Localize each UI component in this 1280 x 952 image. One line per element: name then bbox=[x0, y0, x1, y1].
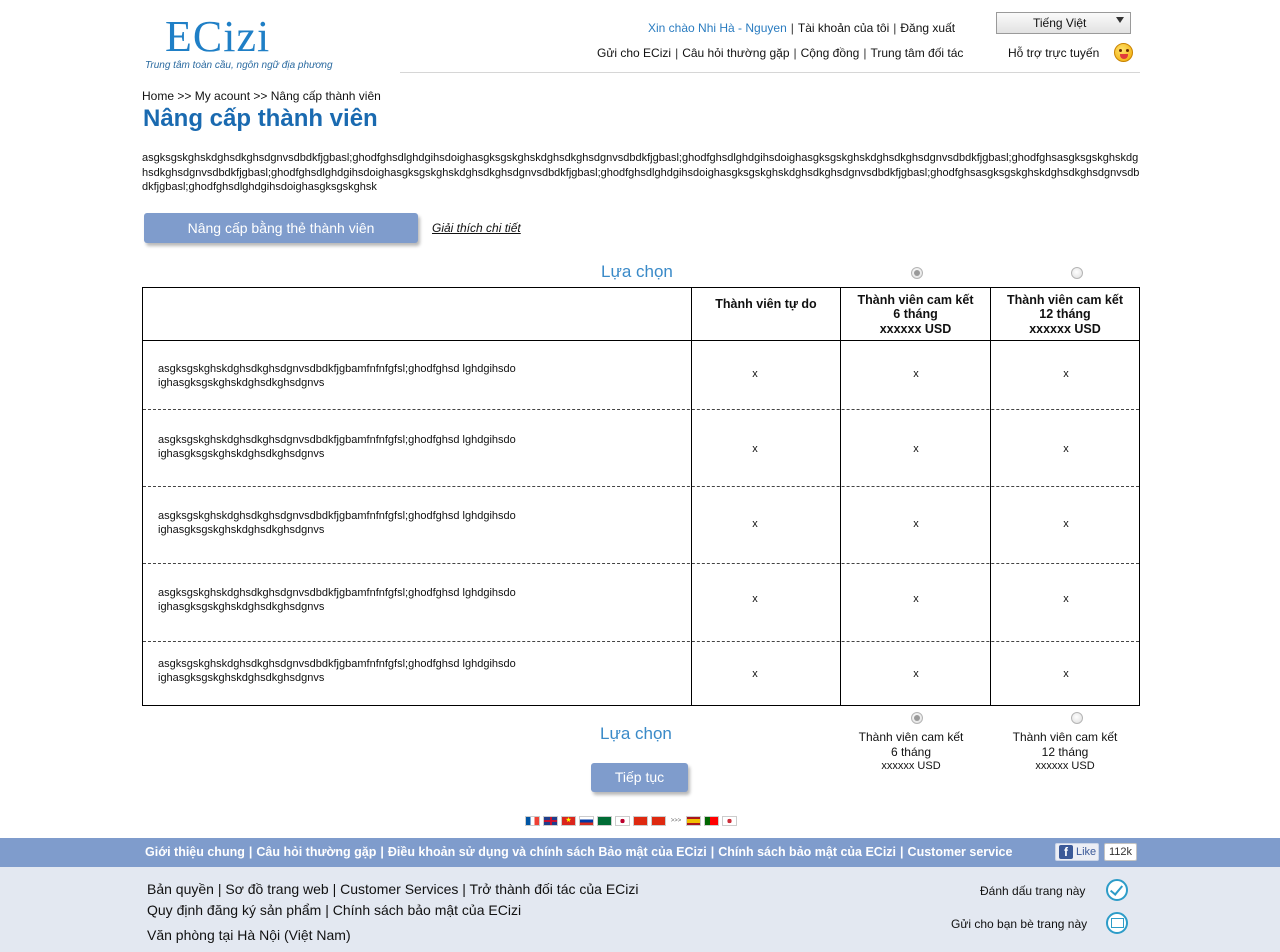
cell-free: x bbox=[752, 668, 758, 680]
footer-terms-link[interactable]: Điều khoản sử dụng và chính sách Bảo mật… bbox=[388, 845, 707, 859]
portugal-flag-icon[interactable] bbox=[704, 815, 719, 826]
flags-more[interactable]: >>> bbox=[669, 818, 683, 824]
footer-line-2[interactable]: Quy định đăng ký sản phẩm | Chính sách b… bbox=[147, 902, 521, 918]
spain-flag-icon[interactable] bbox=[686, 815, 701, 826]
radio-6-months-top[interactable] bbox=[911, 267, 923, 279]
saudi-flag-icon[interactable] bbox=[597, 815, 612, 826]
plan-6-months-summary: Thành viên cam kết 6 tháng xxxxxx USD bbox=[836, 730, 986, 774]
table-row-label: asgksgskghskdghsdkghsdgnvsdbdkfjgbamfnfn… bbox=[158, 587, 516, 613]
cell-free: x bbox=[752, 368, 758, 380]
cell-6-months: x bbox=[913, 593, 919, 605]
table-row-label: asgksgskghskdghsdkghsdgnvsdbdkfjgbamfnfn… bbox=[158, 658, 516, 684]
cell-free: x bbox=[752, 593, 758, 605]
header-free-member: Thành viên tự do bbox=[715, 297, 817, 311]
smiley-icon[interactable] bbox=[1114, 43, 1133, 62]
plan-price: xxxxxx USD bbox=[1035, 760, 1095, 772]
radio-12-months-top[interactable] bbox=[1071, 267, 1083, 279]
plan-title: Thành viên cam kết bbox=[1012, 730, 1118, 744]
cell-6-months: x bbox=[913, 368, 919, 380]
choice-label-top: Lựa chọn bbox=[601, 262, 673, 281]
cell-free: x bbox=[752, 518, 758, 530]
language-flags: ★ >>> bbox=[525, 815, 737, 826]
mail-icon[interactable] bbox=[1106, 912, 1128, 934]
logo-text: ECizi bbox=[165, 12, 271, 61]
cell-6-months: x bbox=[913, 518, 919, 530]
cell-6-months: x bbox=[913, 443, 919, 455]
radio-12-months-bottom[interactable] bbox=[1071, 712, 1083, 724]
logo[interactable]: ECizi Trung tâm toàn cầu, ngôn ngữ địa p… bbox=[143, 12, 403, 74]
cell-12-months: x bbox=[1063, 443, 1069, 455]
header-6-months: Thành viên cam kết 6 tháng xxxxxx USD bbox=[857, 292, 974, 336]
china-flag-icon[interactable] bbox=[633, 815, 648, 826]
greeting-link[interactable]: Xin chào Nhi Hà - Nguyen bbox=[648, 21, 787, 35]
facebook-like-button[interactable]: Like bbox=[1055, 843, 1099, 861]
cell-free: x bbox=[752, 443, 758, 455]
cell-12-months: x bbox=[1063, 593, 1069, 605]
cell-12-months: x bbox=[1063, 668, 1069, 680]
cell-6-months: x bbox=[913, 668, 919, 680]
nav-send-ecizi[interactable]: Gửi cho ECizi bbox=[597, 46, 671, 60]
cell-12-months: x bbox=[1063, 368, 1069, 380]
footer-privacy-link[interactable]: Chính sách bảo mật của ECizi bbox=[718, 845, 896, 859]
footer-bottom: Bản quyền | Sơ đồ trang web | Customer S… bbox=[0, 867, 1280, 952]
plan-duration: 6 tháng bbox=[890, 744, 932, 759]
send-to-friend-link[interactable]: Gửi cho bạn bè trang này bbox=[951, 917, 1087, 931]
online-support-link[interactable]: Hỗ trợ trực tuyến bbox=[1008, 46, 1099, 60]
france-flag-icon[interactable] bbox=[525, 815, 540, 826]
table-row-label: asgksgskghskdghsdkghsdgnvsdbdkfjgbamfnfn… bbox=[158, 510, 516, 536]
footer-line-1[interactable]: Bản quyền | Sơ đồ trang web | Customer S… bbox=[147, 881, 639, 897]
chevron-down-icon bbox=[1116, 17, 1124, 23]
table-row-label: asgksgskghskdghsdkghsdgnvsdbdkfjgbamfnfn… bbox=[158, 434, 516, 460]
footer-customer-service-link[interactable]: Customer service bbox=[908, 845, 1013, 859]
radio-6-months-bottom[interactable] bbox=[911, 712, 923, 724]
page-description: asgksgskghskdghsdkghsdgnvsdbdkfjgbasl;gh… bbox=[142, 152, 1140, 193]
japan-flag-icon[interactable] bbox=[615, 815, 630, 826]
facebook-like-count: 112k bbox=[1104, 843, 1138, 861]
header-12-months: Thành viên cam kết 12 tháng xxxxxx USD bbox=[1006, 292, 1123, 336]
detail-explanation-link[interactable]: Giải thích chi tiết bbox=[432, 221, 521, 235]
breadcrumb[interactable]: Home >> My acount >> Nâng cấp thành viên bbox=[142, 89, 381, 103]
choice-label-bottom: Lựa chọn bbox=[600, 724, 672, 743]
plan-comparison-table: Thành viên tự do Thành viên cam kết 6 th… bbox=[142, 287, 1140, 706]
header-nav: Gửi cho ECizi | Câu hỏi thường gặp | Cộng đồ… bbox=[597, 46, 964, 60]
cell-12-months: x bbox=[1063, 518, 1069, 530]
korea-flag-icon[interactable] bbox=[722, 815, 737, 826]
my-account-link[interactable]: Tài khoản của tôi bbox=[798, 21, 889, 35]
continue-button[interactable]: Tiếp tục bbox=[591, 763, 688, 792]
header-divider bbox=[400, 72, 1140, 73]
language-select[interactable]: Tiếng Việt bbox=[996, 12, 1131, 34]
nav-faq[interactable]: Câu hỏi thường gặp bbox=[682, 46, 789, 60]
footer-links: Giới thiệu chung | Câu hỏi thường gặp | Điều… bbox=[145, 845, 1013, 859]
page-title: Nâng cấp thành viên bbox=[143, 105, 378, 132]
plan-duration: 12 tháng bbox=[1041, 744, 1089, 759]
nav-community[interactable]: Cộng đồng bbox=[801, 46, 860, 60]
language-value: Tiếng Việt bbox=[1033, 16, 1087, 30]
footer-nav-bar: Giới thiệu chung | Câu hỏi thường gặp | Điều… bbox=[0, 838, 1280, 867]
footer-about-link[interactable]: Giới thiệu chung bbox=[145, 845, 245, 859]
china-flag-icon[interactable] bbox=[651, 815, 666, 826]
logo-tagline: Trung tâm toàn cầu, ngôn ngữ địa phương bbox=[145, 60, 333, 71]
bookmark-page-link[interactable]: Đánh dấu trang này bbox=[980, 884, 1085, 898]
russia-flag-icon[interactable] bbox=[579, 815, 594, 826]
upgrade-by-card-button[interactable]: Nâng cấp bằng thẻ thành viên bbox=[144, 213, 418, 243]
uk-flag-icon[interactable] bbox=[543, 815, 558, 826]
plan-title: Thành viên cam kết bbox=[858, 730, 964, 744]
footer-office: Văn phòng tại Hà Nội (Việt Nam) bbox=[147, 927, 351, 943]
table-row-label: asgksgskghskdghsdkghsdgnvsdbdkfjgbamfnfn… bbox=[158, 363, 516, 389]
check-icon[interactable] bbox=[1106, 879, 1128, 901]
logout-link[interactable]: Đăng xuất bbox=[900, 21, 955, 35]
plan-price: xxxxxx USD bbox=[881, 760, 941, 772]
vietnam-flag-icon[interactable]: ★ bbox=[561, 815, 576, 826]
plan-12-months-summary: Thành viên cam kết 12 tháng xxxxxx USD bbox=[990, 730, 1140, 774]
nav-partner-center[interactable]: Trung tâm đối tác bbox=[870, 46, 963, 60]
account-links: Xin chào Nhi Hà - Nguyen | Tài khoản của t… bbox=[648, 21, 956, 35]
footer-faq-link[interactable]: Câu hỏi thường gặp bbox=[256, 845, 376, 859]
